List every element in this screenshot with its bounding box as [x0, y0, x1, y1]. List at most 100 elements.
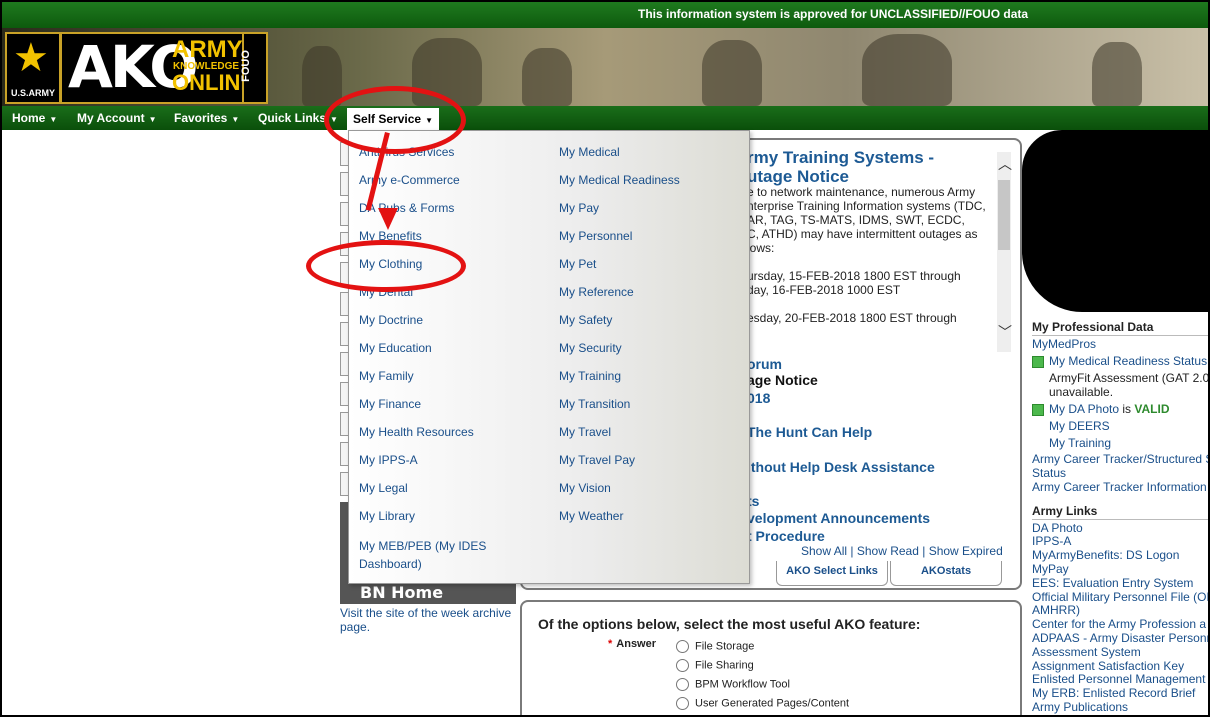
nav-favorites[interactable]: Favorites ▼: [174, 111, 239, 125]
army-link[interactable]: Official Military Personnel File (OMPF): [1032, 590, 1208, 604]
body-line: e to network maintenance, numerous Army: [747, 185, 976, 199]
main-nav: Home ▼ My Account ▼ Favorites ▼ Quick Links…: [2, 106, 1208, 130]
menu-item-my-travel-pay[interactable]: My Travel Pay: [559, 453, 635, 467]
news-item-forum[interactable]: orum: [747, 356, 997, 372]
menu-item-my-legal[interactable]: My Legal: [359, 481, 408, 495]
separator: |: [850, 544, 854, 558]
poll-option-label: BPM Workflow Tool: [695, 678, 790, 691]
nav-my-account[interactable]: My Account ▼: [77, 111, 156, 125]
mymedpros-link[interactable]: MyMedPros: [1032, 337, 1096, 351]
medical-readiness-label: My Medical Readiness Status: [1049, 354, 1208, 368]
da-photo-link[interactable]: My DA Photo: [1049, 402, 1119, 416]
status-green-icon: [1032, 355, 1044, 368]
menu-item-my-pay[interactable]: My Pay: [559, 201, 599, 215]
show-expired-link[interactable]: Show Expired: [929, 544, 1003, 558]
menu-item-my-training[interactable]: My Training: [559, 369, 621, 383]
menu-item-my-vision[interactable]: My Vision: [559, 481, 611, 495]
act-information-link[interactable]: Army Career Tracker Information: [1032, 480, 1207, 494]
radio-button[interactable]: [676, 659, 689, 672]
browser-frame: This information system is approved for …: [0, 0, 1210, 717]
status-green-icon: [1032, 403, 1044, 416]
army-link[interactable]: Army Publications: [1032, 700, 1128, 714]
tab-ako-select-links[interactable]: AKO Select Links: [776, 561, 888, 586]
news-item-outage-notice[interactable]: age Notice: [747, 372, 997, 388]
nav-favorites-label: Favorites: [174, 111, 228, 125]
da-photo-status[interactable]: My DA Photo is VALID: [1032, 402, 1169, 416]
act-structured-link[interactable]: Army Career Tracker/Structured S: [1032, 452, 1208, 466]
poll-option[interactable]: BPM Workflow Tool: [676, 678, 790, 691]
menu-item-my-medical-readiness[interactable]: My Medical Readiness: [559, 173, 680, 187]
show-all-link[interactable]: Show All: [801, 544, 847, 558]
army-link[interactable]: ADPAAS - Army Disaster Personn: [1032, 631, 1208, 645]
poll-option[interactable]: User Generated Pages/Content: [676, 697, 849, 710]
menu-item-my-library[interactable]: My Library: [359, 509, 415, 523]
menu-item-my-medical[interactable]: My Medical: [559, 145, 620, 159]
body-line: lows:: [747, 241, 775, 255]
menu-item-my-travel[interactable]: My Travel: [559, 425, 611, 439]
us-army-star-logo[interactable]: ★ U.S.ARMY: [5, 32, 61, 104]
separator: |: [922, 544, 926, 558]
news-item-development[interactable]: velopment Announcements: [747, 510, 997, 526]
army-link[interactable]: MyArmyBenefits: DS Logon: [1032, 548, 1179, 562]
army-link[interactable]: Enlisted Personnel Management: [1032, 672, 1205, 686]
act-status-link[interactable]: Status: [1032, 466, 1066, 480]
poll-option-label: File Storage: [695, 640, 755, 653]
news-item-ts[interactable]: ts: [747, 493, 997, 509]
radio-button[interactable]: [676, 640, 689, 653]
menu-item-my-family[interactable]: My Family: [359, 369, 414, 383]
banner-photo-figure: [302, 46, 342, 106]
news-headline-training-outage[interactable]: rmy Training Systems - utage Notice: [747, 148, 997, 186]
ako-logo[interactable]: AKO ARMY KNOWLEDGE ONLINE: [60, 32, 256, 104]
army-link[interactable]: Center for the Army Profession a: [1032, 617, 1206, 631]
radio-button[interactable]: [676, 697, 689, 710]
menu-item-my-ipps-a[interactable]: My IPPS-A: [359, 453, 418, 467]
show-read-link[interactable]: Show Read: [857, 544, 919, 558]
news-item-date[interactable]: 018: [747, 390, 997, 406]
menu-item-my-transition[interactable]: My Transition: [559, 397, 630, 411]
chevron-down-icon[interactable]: ﹀: [998, 322, 1012, 342]
redacted-area: [1022, 130, 1208, 312]
radio-button[interactable]: [676, 678, 689, 691]
menu-item-my-personnel[interactable]: My Personnel: [559, 229, 632, 243]
army-link[interactable]: DA Photo: [1032, 521, 1083, 535]
menu-item-my-finance[interactable]: My Finance: [359, 397, 421, 411]
news-item-help-desk[interactable]: ithout Help Desk Assistance: [747, 459, 997, 475]
my-training-link[interactable]: My Training: [1049, 436, 1111, 450]
self-service-dropdown: Antivirus Services Army e-Commerce DA Pu…: [348, 130, 750, 584]
body-line: day, 16-FEB-2018 1000 EST: [747, 283, 901, 297]
banner-photo-figure: [702, 40, 762, 106]
menu-item-my-health-resources[interactable]: My Health Resources: [359, 425, 474, 439]
army-link[interactable]: Assignment Satisfaction Key: [1032, 659, 1184, 673]
menu-item-my-doctrine[interactable]: My Doctrine: [359, 313, 423, 327]
nav-home[interactable]: Home ▼: [12, 111, 57, 125]
poll-option[interactable]: File Sharing: [676, 659, 754, 672]
army-link[interactable]: MyPay: [1032, 562, 1069, 576]
menu-item-my-weather[interactable]: My Weather: [559, 509, 623, 523]
fouo-text: FOUO: [239, 50, 252, 82]
menu-item-my-meb-peb[interactable]: My MEB/PEB (My IDES Dashboard): [359, 537, 509, 573]
medical-readiness-link[interactable]: My Medical Readiness Status: [1032, 354, 1207, 368]
menu-item-da-pubs-forms[interactable]: DA Pubs & Forms: [359, 201, 454, 215]
menu-item-my-safety[interactable]: My Safety: [559, 313, 612, 327]
menu-item-my-pet[interactable]: My Pet: [559, 257, 596, 271]
army-link[interactable]: My ERB: Enlisted Record Brief: [1032, 686, 1195, 700]
menu-item-my-education[interactable]: My Education: [359, 341, 432, 355]
army-link[interactable]: AMHRR): [1032, 603, 1080, 617]
my-deers-link[interactable]: My DEERS: [1049, 419, 1110, 433]
poll-option[interactable]: File Storage: [676, 640, 754, 653]
army-link[interactable]: IPPS-A: [1032, 534, 1071, 548]
chevron-up-icon[interactable]: ︿: [998, 154, 1012, 174]
scrollbar-thumb[interactable]: [998, 180, 1010, 250]
menu-item-my-security[interactable]: My Security: [559, 341, 622, 355]
army-link[interactable]: Assessment System: [1032, 645, 1141, 659]
caret-down-icon: ▼: [231, 115, 240, 124]
logo-online: ONLINE: [172, 70, 256, 95]
site-of-week-archive-link[interactable]: Visit the site of the week archive page.: [340, 606, 520, 634]
news-item-procedure[interactable]: t Procedure: [747, 528, 997, 544]
menu-item-my-reference[interactable]: My Reference: [559, 285, 634, 299]
nav-home-label: Home: [12, 111, 46, 125]
army-link[interactable]: EES: Evaluation Entry System: [1032, 576, 1193, 590]
tab-akostats[interactable]: AKOstats: [890, 561, 1002, 586]
news-item-hunt[interactable]: The Hunt Can Help: [747, 424, 997, 440]
news-scrollbar[interactable]: ︿ ﹀: [997, 152, 1012, 352]
